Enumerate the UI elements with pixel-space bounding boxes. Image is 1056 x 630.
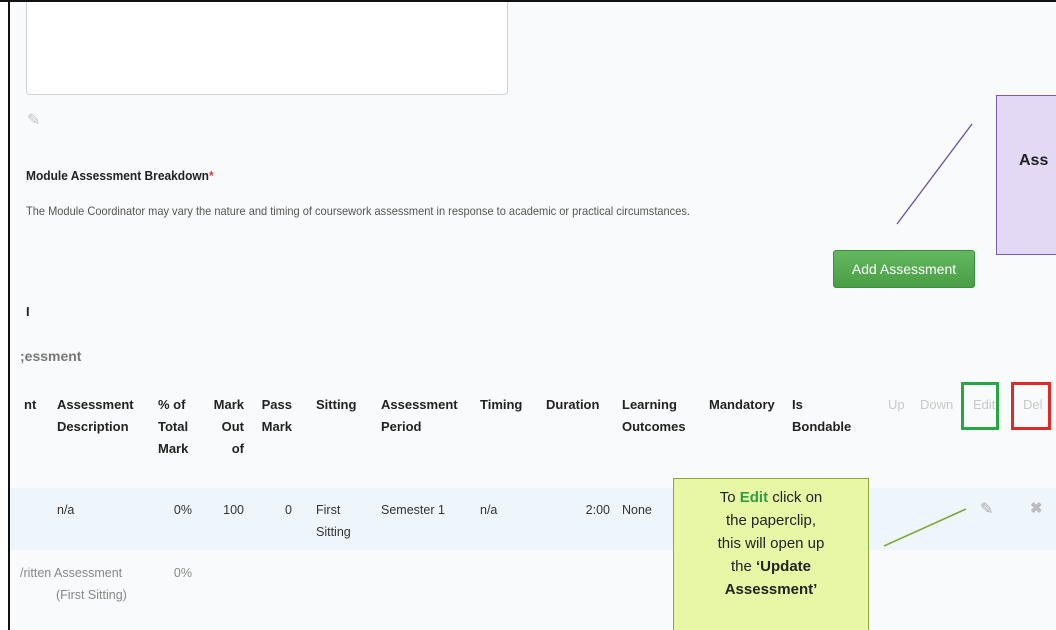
callout-line-1: To Edit click on — [674, 486, 868, 509]
callout-text: the — [730, 558, 756, 575]
header-down: Down — [920, 397, 954, 412]
header-timing: Timing — [480, 397, 523, 412]
header-sitting: Sitting — [316, 397, 357, 412]
required-mark: * — [208, 168, 214, 183]
cell-description: n/a — [57, 503, 75, 517]
header-line: Assessment — [57, 397, 134, 412]
header-line: Assessment — [381, 397, 458, 412]
header-is-bondable: Is Bondable — [792, 394, 851, 438]
header-line: of — [231, 441, 244, 456]
cell-period: Semester 1 — [381, 503, 445, 517]
callout-text: To — [719, 489, 740, 506]
cell-percent: 0% — [173, 503, 192, 517]
add-assessment-button[interactable]: Add Assessment — [833, 250, 975, 288]
header-line: Period — [381, 419, 422, 434]
header-mark-out-of: Mark Out of — [210, 394, 244, 460]
header-mandatory: Mandatory — [709, 397, 775, 412]
cell-mark-out: 100 — [223, 503, 244, 517]
delete-icon[interactable]: ✖ — [1030, 499, 1043, 517]
purple-callout-text: Ass — [1019, 152, 1049, 169]
cell-pass-mark: 0 — [285, 503, 292, 517]
header-learning-outcomes: Learning Outcomes — [622, 394, 686, 438]
edit-highlight-box — [961, 382, 999, 430]
callout-line-4: the ‘Update — [674, 555, 868, 578]
edit-pencil-icon[interactable]: ✎ — [980, 499, 993, 519]
section-title: Module Assessment Breakdown* — [26, 168, 214, 183]
header-up: Up — [888, 397, 905, 412]
callout-line-3: this will open up — [717, 535, 825, 552]
subheading-fragment: ;essment — [20, 348, 82, 364]
section-description: The Module Coordinator may vary the natu… — [26, 204, 690, 218]
header-line: Pass — [261, 397, 292, 412]
header-line: Mark — [261, 419, 292, 434]
cell-timing: n/a — [480, 503, 498, 517]
cell-sitting: First Sitting — [316, 499, 351, 543]
header-line: Description — [57, 419, 129, 434]
header-line: Bondable — [792, 419, 852, 434]
cell-duration: 2:00 — [585, 503, 610, 517]
header-description: Assessment Description — [57, 394, 134, 438]
del-highlight-box — [1011, 382, 1051, 430]
header-line: Out — [221, 419, 244, 434]
header-line: Mark — [213, 397, 244, 412]
header-duration: Duration — [546, 397, 600, 412]
heading-fragment: I — [26, 304, 30, 319]
screenshot-frame: ✎ Module Assessment Breakdown* The Modul… — [0, 0, 1056, 630]
subtotal-line: /ritten Assessment — [20, 566, 123, 580]
cell-line: Sitting — [316, 525, 351, 539]
module-form: ✎ Module Assessment Breakdown* The Modul… — [10, 2, 1056, 630]
frame-border-top — [0, 0, 1056, 2]
pencil-icon[interactable]: ✎ — [27, 110, 40, 130]
text-area[interactable] — [26, 2, 508, 95]
header-line: Outcomes — [622, 419, 686, 434]
callout-text: click on — [768, 489, 823, 506]
header-line: Total — [158, 419, 189, 434]
header-line: Mark — [158, 441, 189, 456]
frame-border-left — [8, 0, 10, 630]
header-fragment: nt — [24, 397, 37, 412]
green-callout: To Edit click on the paperclip, this wil… — [673, 478, 869, 630]
header-line: Learning — [622, 397, 677, 412]
purple-callout: Ass — [996, 95, 1056, 255]
header-percent-total: % of Total Mark — [158, 394, 188, 460]
header-line: % of — [158, 397, 186, 412]
subtotal-line: (First Sitting) — [56, 588, 127, 602]
cell-line: First — [316, 503, 341, 517]
subtotal-percent: 0% — [173, 566, 192, 580]
callout-edit-word: Edit — [739, 489, 769, 506]
section-title-text: Module Assessment Breakdown — [26, 168, 209, 183]
header-line: Is — [792, 397, 803, 412]
callout-bold-text: ‘Update — [756, 558, 812, 575]
subtotal-label: /ritten Assessment (First Sitting) — [20, 562, 127, 606]
header-pass-mark: Pass Mark — [256, 394, 292, 438]
header-assessment-period: Assessment Period — [381, 394, 458, 438]
callout-line-5: Assessment’ — [724, 581, 818, 598]
callout-line-2: the paperclip, — [725, 512, 817, 529]
cell-outcomes: None — [622, 503, 652, 517]
